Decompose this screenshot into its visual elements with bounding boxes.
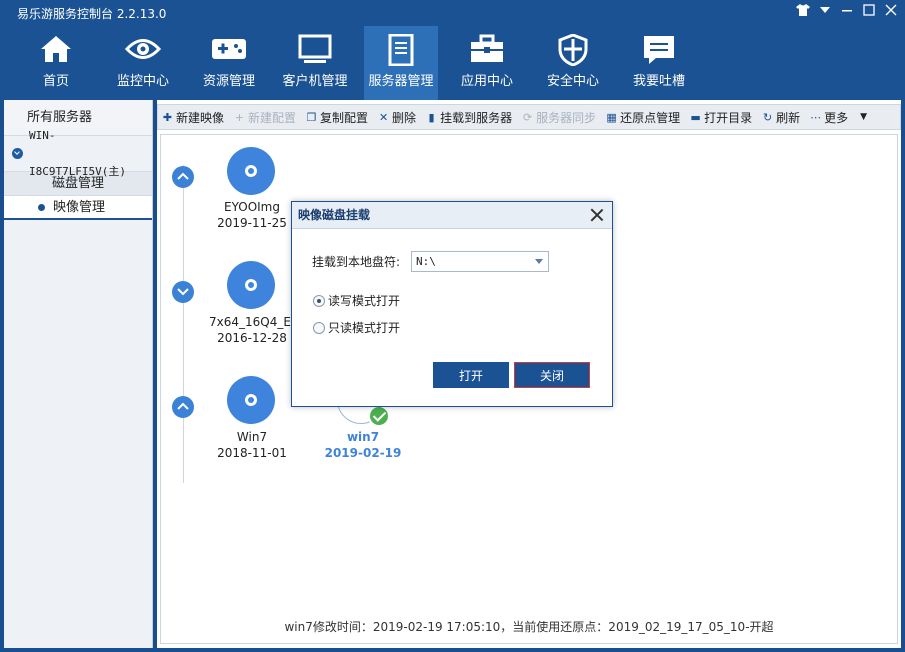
sync-icon: ⟳ (522, 110, 533, 124)
timeline-line (183, 165, 184, 483)
monitor-icon (298, 34, 332, 63)
sidebar: 所有服务器 WIN-I8C9T7LFI5V(主) 磁盘管理 映像管理 (4, 100, 153, 648)
nav-home[interactable]: 首页 (19, 26, 93, 100)
delete-icon: ✕ (378, 110, 389, 124)
window-controls (795, 4, 899, 20)
minimize-icon[interactable] (839, 4, 855, 20)
home-icon (41, 36, 71, 62)
folder-icon: ▬ (690, 110, 701, 124)
close-window-icon[interactable] (883, 4, 899, 20)
nav-feedback[interactable]: 我要吐槽 (622, 26, 696, 100)
delete-button[interactable]: ✕ 删除 (378, 109, 416, 126)
chat-icon (644, 36, 674, 64)
title-bar: 易乐游服务控制台 2.2.13.0 (0, 0, 905, 26)
nav-app-center[interactable]: 应用中心 (450, 26, 524, 100)
read-write-radio[interactable]: 读写模式打开 (313, 292, 400, 309)
server-icon (388, 34, 414, 66)
restore-point-date: 2019-02-19 (324, 446, 402, 460)
image-name: EYOOImg (224, 200, 280, 214)
chevron-up-icon (177, 172, 189, 180)
new-config-button[interactable]: + 新建配置 (234, 109, 296, 126)
dialog-title: 映像磁盘挂载 (298, 208, 371, 222)
skin-icon[interactable] (795, 4, 811, 20)
image-name: Win7 (236, 430, 268, 444)
menu-dropdown-icon[interactable] (817, 4, 833, 20)
status-text: win7修改时间：2019-02-19 17:05:10，当前使用还原点：201… (284, 620, 774, 634)
image-date: 2019-11-25 (217, 216, 287, 230)
nav-security-center[interactable]: 安全中心 (536, 26, 610, 100)
nav-client-management[interactable]: 客户机管理 (278, 26, 352, 100)
radio-unchecked-icon (313, 321, 325, 334)
read-only-radio[interactable]: 只读模式打开 (313, 319, 400, 336)
gamepad-icon (212, 39, 246, 59)
toolbar: ✚ 新建映像 + 新建配置 ❐ 复制配置 ✕ 删除 ▮ 挂载到服务器 ⟳ 服务器同步 ▦ 还原… (157, 104, 901, 130)
nav-server-management[interactable]: 服务器管理 (364, 26, 438, 100)
drive-letter-select[interactable]: N:\ (411, 251, 550, 272)
server-sync-button[interactable]: ⟳ 服务器同步 (522, 109, 596, 126)
chevron-up-icon (177, 402, 189, 410)
image-date: 2018-11-01 (217, 446, 287, 460)
nav-resource-management[interactable]: 资源管理 (192, 26, 266, 100)
disc-icon[interactable] (227, 261, 275, 309)
refresh-button[interactable]: ↻ 刷新 (762, 109, 800, 126)
open-directory-button[interactable]: ▬ 打开目录 (690, 109, 752, 126)
dialog-title-bar: 映像磁盘挂载 (292, 202, 612, 229)
expand-icon[interactable] (12, 148, 23, 159)
collapse-toggle-2[interactable] (172, 281, 194, 303)
collapse-toggle-1[interactable] (172, 166, 194, 188)
new-image-icon: ✚ (162, 110, 173, 124)
restore-icon: ▦ (606, 110, 617, 124)
mount-icon: ▮ (428, 110, 435, 124)
toolbox-icon (471, 34, 503, 62)
copy-icon: ❐ (306, 110, 317, 124)
check-icon (368, 405, 390, 427)
chevron-down-icon: ▼ (860, 112, 868, 122)
plus-icon: + (234, 110, 245, 124)
chevron-down-icon (177, 288, 189, 296)
image-name: 7x64_16Q4_E\ (209, 315, 295, 329)
copy-config-button[interactable]: ❐ 复制配置 (306, 109, 368, 126)
mount-disk-dialog: 映像磁盘挂载 挂载到本地盘符: N:\ 读写模式打开 只读模式打开 打开 关闭 (291, 201, 613, 407)
disc-icon[interactable] (227, 147, 275, 195)
shield-icon (558, 34, 588, 66)
top-nav: 首页 监控中心 资源管理 客户机管理 服务器管理 应用中心 安全中心 我要吐槽 (0, 26, 905, 100)
eye-icon (125, 39, 161, 59)
restore-point-name: win7 (346, 430, 380, 444)
collapse-toggle-3[interactable] (172, 396, 194, 418)
more-button[interactable]: ⋯ 更多 ▼ (810, 109, 867, 126)
disc-icon[interactable] (227, 376, 275, 424)
restore-point-button[interactable]: ▦ 还原点管理 (606, 109, 680, 126)
new-image-button[interactable]: ✚ 新建映像 (162, 109, 224, 126)
radio-checked-icon (313, 294, 325, 307)
close-button[interactable]: 关闭 (514, 362, 590, 388)
maximize-icon[interactable] (861, 4, 877, 20)
nav-monitor-center[interactable]: 监控中心 (106, 26, 180, 100)
close-icon[interactable] (589, 207, 605, 223)
more-icon: ⋯ (810, 110, 822, 124)
mount-to-server-button[interactable]: ▮ 挂载到服务器 (426, 109, 513, 126)
sidebar-server-item[interactable]: WIN-I8C9T7LFI5V(主) (4, 129, 152, 178)
sidebar-item-image-management[interactable]: 映像管理 (4, 196, 152, 220)
drive-letter-label: 挂载到本地盘符: (312, 255, 401, 269)
open-button[interactable]: 打开 (433, 362, 509, 388)
app-title: 易乐游服务控制台 2.2.13.0 (17, 7, 167, 21)
image-date: 2016-12-28 (217, 331, 287, 345)
refresh-icon: ↻ (763, 110, 773, 124)
drive-letter-row: 挂载到本地盘符: N:\ (312, 251, 550, 272)
